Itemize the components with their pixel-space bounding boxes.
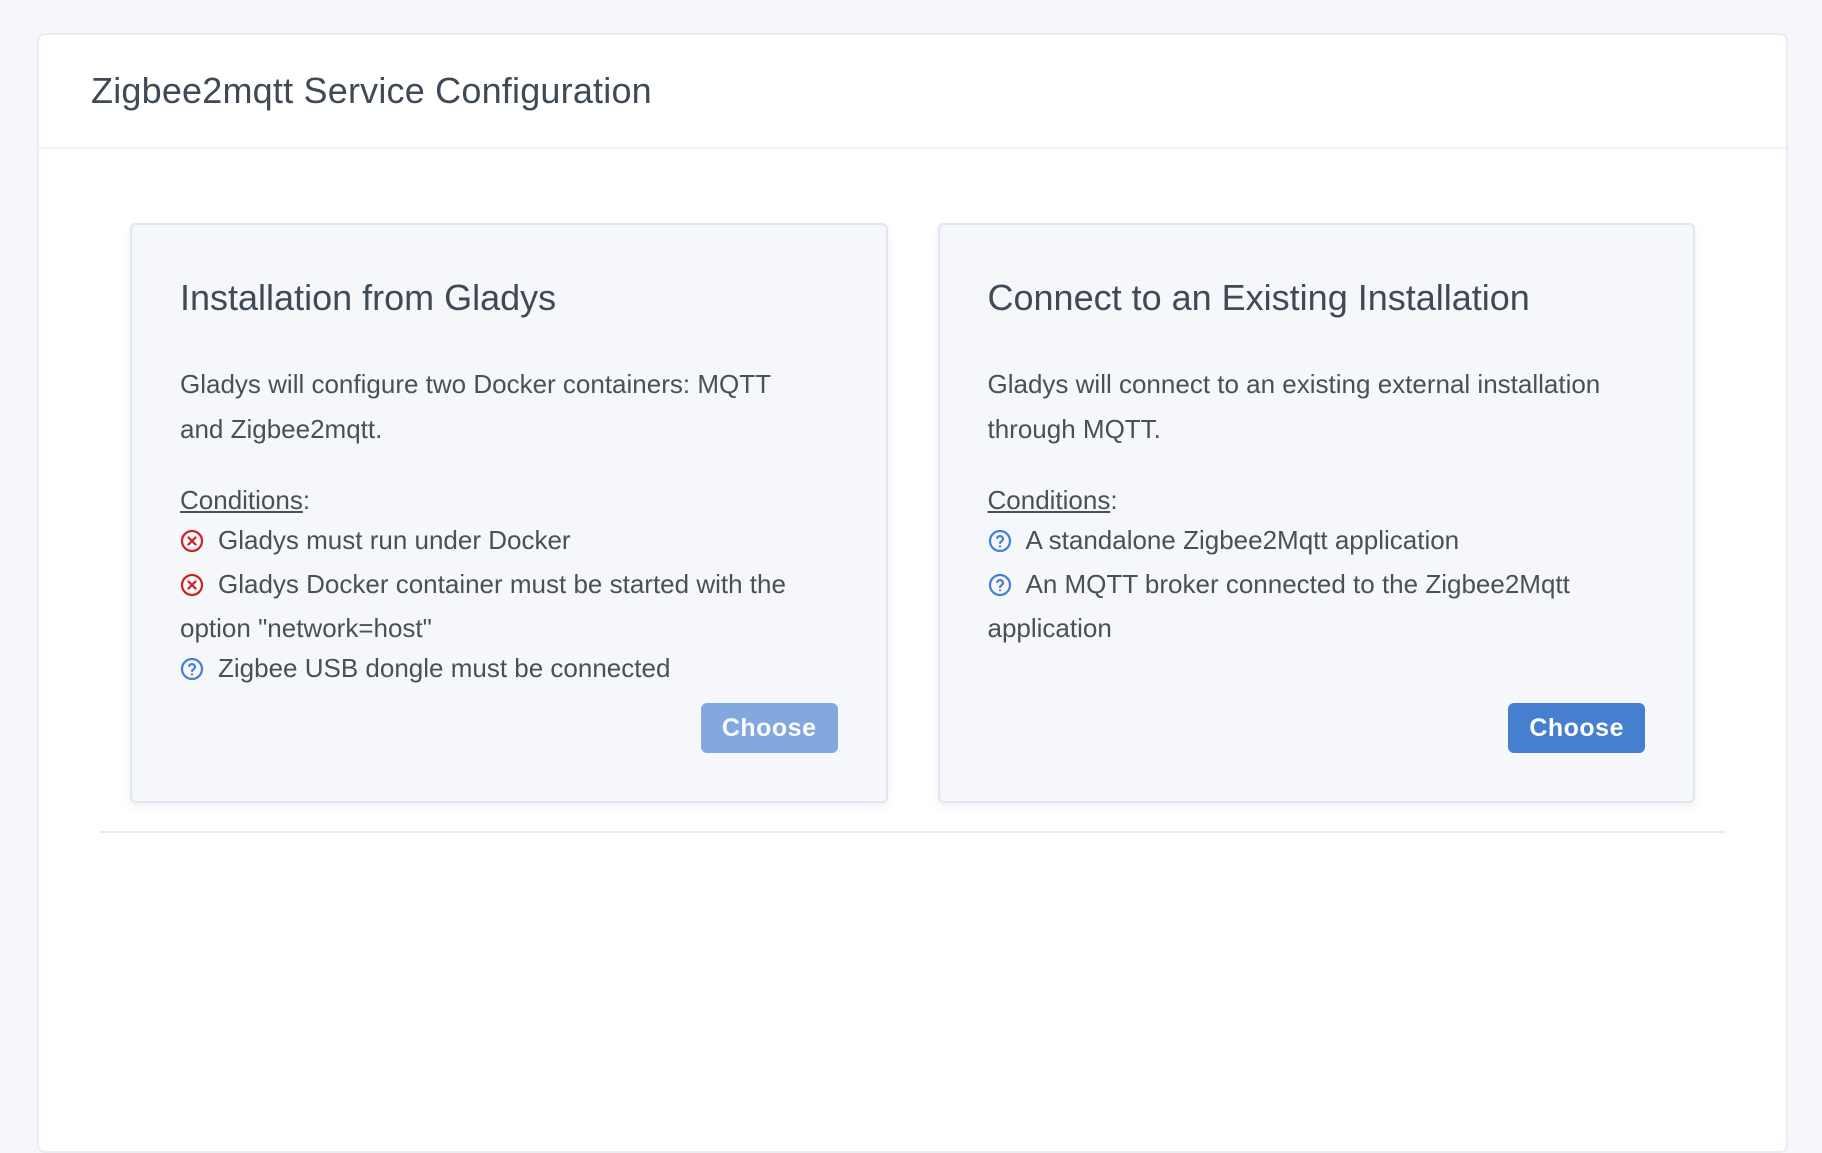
button-row: Choose xyxy=(988,703,1645,753)
condition-item: Gladys must run under Docker xyxy=(180,520,838,564)
conditions-colon: : xyxy=(302,485,311,516)
option-title: Installation from Gladys xyxy=(180,277,557,318)
choose-existing-installation-button[interactable]: Choose xyxy=(1508,703,1645,753)
condition-text: Gladys must run under Docker xyxy=(218,525,571,556)
page-title: Zigbee2mqtt Service Configuration xyxy=(91,70,652,111)
installation-from-gladys-card: Installation from Gladys Gladys will con… xyxy=(130,223,888,803)
conditions-heading: Conditions: xyxy=(988,480,1646,520)
conditions-label: Conditions xyxy=(180,485,303,516)
condition-text: An MQTT broker connected to the Zigbee2M… xyxy=(987,569,1570,644)
condition-item: Gladys Docker container must be started … xyxy=(180,564,838,648)
condition-text: Gladys Docker container must be started … xyxy=(180,569,786,644)
condition-text: A standalone Zigbee2Mqtt application xyxy=(1025,525,1460,556)
condition-item: An MQTT broker connected to the Zigbee2M… xyxy=(988,564,1646,648)
help-circle-icon xyxy=(988,524,1012,564)
divider xyxy=(99,831,1726,833)
conditions-label: Conditions xyxy=(987,485,1111,516)
conditions-colon: : xyxy=(1110,485,1118,516)
card-body: Installation from Gladys Gladys will con… xyxy=(39,149,1786,833)
options-row: Installation from Gladys Gladys will con… xyxy=(130,223,1695,803)
option-description: Gladys will configure two Docker contain… xyxy=(180,369,771,445)
help-circle-icon xyxy=(180,652,204,692)
service-configuration-card: Zigbee2mqtt Service Configuration Instal… xyxy=(37,33,1788,1153)
choose-gladys-installation-button[interactable]: Choose xyxy=(700,703,838,753)
condition-item: Zigbee USB dongle must be connected xyxy=(180,648,838,692)
option-title: Connect to an Existing Installation xyxy=(987,277,1530,318)
option-description: Gladys will connect to an existing exter… xyxy=(987,369,1601,445)
condition-text: Zigbee USB dongle must be connected xyxy=(218,653,671,684)
x-circle-icon xyxy=(180,568,204,608)
condition-item: A standalone Zigbee2Mqtt application xyxy=(988,520,1646,564)
card-header: Zigbee2mqtt Service Configuration xyxy=(39,35,1786,149)
button-row: Choose xyxy=(180,703,838,753)
help-circle-icon xyxy=(988,568,1012,608)
x-circle-icon xyxy=(180,524,204,564)
conditions-heading: Conditions: xyxy=(180,480,838,520)
existing-installation-card: Connect to an Existing Installation Glad… xyxy=(937,223,1695,803)
